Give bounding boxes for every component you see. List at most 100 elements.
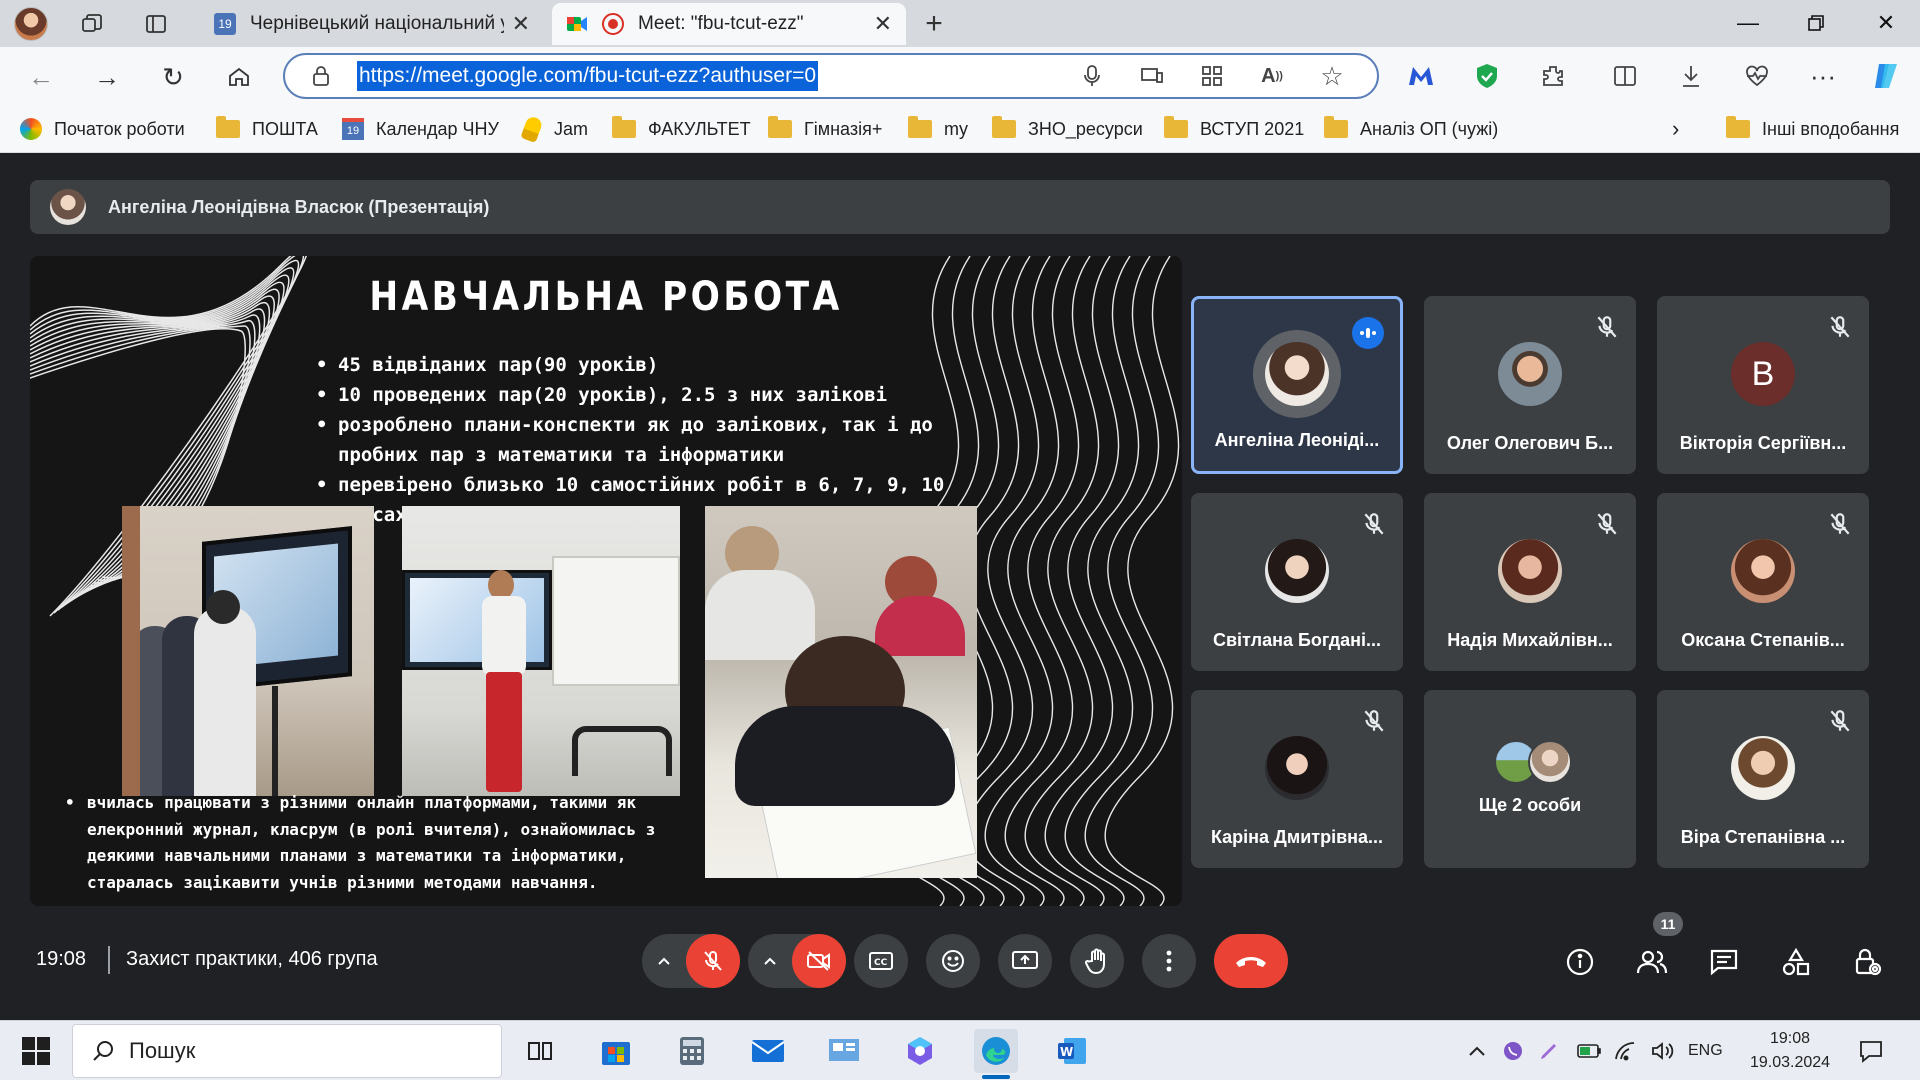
search-label: Пошук bbox=[129, 1038, 196, 1063]
lock-icon[interactable] bbox=[307, 62, 335, 90]
pen-icon[interactable] bbox=[1538, 1037, 1560, 1065]
participant-tile[interactable]: Віра Степанівна ... bbox=[1657, 690, 1869, 868]
profile-avatar[interactable] bbox=[14, 7, 48, 41]
camera-control[interactable] bbox=[748, 934, 846, 988]
presentation-slide[interactable]: НАВЧАЛЬНА РОБОТА 45 відвіданих пар(90 ур… bbox=[30, 256, 1182, 906]
bookmark-zno[interactable]: ЗНО_ресурси bbox=[992, 115, 1143, 143]
bookmark-gymnasium[interactable]: Гімназія+ bbox=[768, 115, 882, 143]
host-controls-button[interactable] bbox=[1842, 936, 1894, 988]
activities-button[interactable] bbox=[1770, 936, 1822, 988]
control-panel-icon[interactable] bbox=[822, 1029, 866, 1073]
downloads-icon[interactable] bbox=[1673, 58, 1709, 94]
extension-shield-icon[interactable] bbox=[1469, 58, 1505, 94]
extension-m-icon[interactable] bbox=[1403, 58, 1439, 94]
tab-actions-icon[interactable] bbox=[140, 8, 172, 40]
chevron-up-icon[interactable] bbox=[748, 956, 792, 966]
bookmark-mail[interactable]: ПОШТА bbox=[216, 115, 318, 143]
participant-tile[interactable]: Каріна Дмитрівна... bbox=[1191, 690, 1403, 868]
copilot-icon[interactable] bbox=[1868, 58, 1904, 94]
bookmark-other-favorites[interactable]: Інші вподобання bbox=[1726, 115, 1899, 143]
mic-off-button[interactable] bbox=[686, 934, 740, 988]
participant-tile[interactable]: Надія Михайлівн... bbox=[1424, 493, 1636, 671]
collections-icon[interactable] bbox=[76, 8, 108, 40]
participant-tile[interactable]: Ще 2 особи bbox=[1424, 690, 1636, 868]
participant-tile[interactable]: В Вікторія Сергіївн... bbox=[1657, 296, 1869, 474]
microphone-icon[interactable] bbox=[1077, 61, 1107, 91]
participant-tile[interactable]: Ангеліна Леоніді... bbox=[1191, 296, 1403, 474]
google-meet-icon bbox=[566, 13, 588, 35]
forward-icon[interactable]: → bbox=[88, 58, 126, 96]
folder-icon bbox=[768, 116, 792, 138]
edge-browser-icon[interactable] bbox=[974, 1029, 1018, 1079]
tray-overflow-chevron-icon[interactable] bbox=[1468, 1037, 1486, 1065]
participant-name: Ангеліна Леоніді... bbox=[1214, 430, 1380, 450]
apps-icon[interactable] bbox=[1197, 61, 1227, 91]
participant-avatar bbox=[1265, 342, 1329, 406]
more-options-button[interactable] bbox=[1142, 934, 1196, 988]
present-screen-button[interactable] bbox=[998, 934, 1052, 988]
bookmark-my[interactable]: my bbox=[908, 115, 968, 143]
microsoft-store-icon[interactable] bbox=[594, 1029, 638, 1073]
favorite-star-icon[interactable]: ☆ bbox=[1317, 61, 1347, 91]
chat-button[interactable] bbox=[1698, 936, 1750, 988]
home-icon[interactable] bbox=[220, 58, 258, 96]
captions-button[interactable]: CC bbox=[854, 934, 908, 988]
task-view-icon[interactable] bbox=[518, 1029, 562, 1073]
chevron-up-icon[interactable] bbox=[642, 956, 686, 966]
input-language[interactable]: ENG bbox=[1688, 1037, 1723, 1065]
cast-icon[interactable] bbox=[1137, 61, 1167, 91]
more-options-icon[interactable]: ··· bbox=[1805, 58, 1841, 94]
bookmark-faculty[interactable]: ФАКУЛЬТЕТ bbox=[612, 115, 751, 143]
meeting-info-button[interactable] bbox=[1554, 936, 1606, 988]
taskbar-clock[interactable]: 19:08 19.03.2024 bbox=[1740, 1027, 1840, 1075]
wifi-icon[interactable] bbox=[1614, 1037, 1638, 1065]
restore-icon[interactable] bbox=[1794, 6, 1838, 40]
participant-tile[interactable]: Олег Олегович Б... bbox=[1424, 296, 1636, 474]
tab-meet[interactable]: Meet: "fbu-tcut-ezz" ✕ bbox=[552, 3, 906, 45]
tab-university[interactable]: 19 Чернівецький національний ун ✕ bbox=[200, 3, 544, 45]
extensions-puzzle-icon[interactable] bbox=[1535, 58, 1571, 94]
people-button[interactable] bbox=[1626, 936, 1678, 988]
mic-off-icon bbox=[1597, 316, 1617, 338]
bookmark-start[interactable]: Початок роботи bbox=[20, 115, 185, 143]
calculator-icon[interactable] bbox=[670, 1029, 714, 1073]
bookmark-calendar[interactable]: 19 Календар ЧНУ bbox=[342, 115, 499, 143]
notifications-icon[interactable] bbox=[1858, 1037, 1884, 1065]
bookmarks-overflow-chevron-icon[interactable]: › bbox=[1672, 115, 1679, 143]
participant-tile[interactable]: Світлана Богдані... bbox=[1191, 493, 1403, 671]
microphone-control[interactable] bbox=[642, 934, 740, 988]
split-screen-icon[interactable] bbox=[1607, 58, 1643, 94]
viber-icon[interactable] bbox=[1502, 1037, 1524, 1065]
close-window-icon[interactable]: ✕ bbox=[1864, 6, 1908, 40]
address-bar[interactable]: https://meet.google.com/fbu-tcut-ezz?aut… bbox=[283, 53, 1379, 99]
read-aloud-icon[interactable]: A)) bbox=[1257, 61, 1287, 91]
bookmark-analysis[interactable]: Аналіз ОП (чужі) bbox=[1324, 115, 1498, 143]
taskbar-search[interactable]: Пошук bbox=[72, 1024, 502, 1078]
mail-icon[interactable] bbox=[746, 1029, 790, 1073]
minimize-icon[interactable]: — bbox=[1726, 6, 1770, 40]
copilot-taskbar-icon[interactable] bbox=[898, 1029, 942, 1073]
leave-call-button[interactable] bbox=[1214, 934, 1288, 988]
folder-icon bbox=[1324, 116, 1348, 138]
bookmark-jam[interactable]: Jam bbox=[520, 114, 588, 144]
volume-icon[interactable] bbox=[1650, 1037, 1674, 1065]
bookmark-admission[interactable]: ВСТУП 2021 bbox=[1164, 115, 1304, 143]
participant-tile[interactable]: Оксана Степанів... bbox=[1657, 493, 1869, 671]
slide-title: НАВЧАЛЬНА РОБОТА bbox=[369, 274, 843, 320]
participant-name: Оксана Степанів... bbox=[1681, 630, 1845, 650]
raise-hand-button[interactable] bbox=[1070, 934, 1124, 988]
word-icon[interactable]: W bbox=[1050, 1029, 1094, 1073]
emoji-reactions-button[interactable] bbox=[926, 934, 980, 988]
folder-icon bbox=[1164, 116, 1188, 138]
battery-icon[interactable] bbox=[1576, 1037, 1602, 1065]
slide-photo-interactive-board bbox=[122, 506, 374, 796]
refresh-icon[interactable]: ↻ bbox=[154, 58, 192, 96]
performance-heart-icon[interactable] bbox=[1739, 58, 1775, 94]
windows-start-icon[interactable] bbox=[22, 1037, 50, 1065]
close-tab-icon[interactable]: ✕ bbox=[512, 11, 530, 37]
url-text[interactable]: https://meet.google.com/fbu-tcut-ezz?aut… bbox=[357, 61, 819, 91]
close-tab-icon[interactable]: ✕ bbox=[874, 11, 892, 37]
new-tab-icon[interactable]: + bbox=[918, 7, 950, 40]
back-icon[interactable]: ← bbox=[22, 58, 60, 96]
camera-off-button[interactable] bbox=[792, 934, 846, 988]
